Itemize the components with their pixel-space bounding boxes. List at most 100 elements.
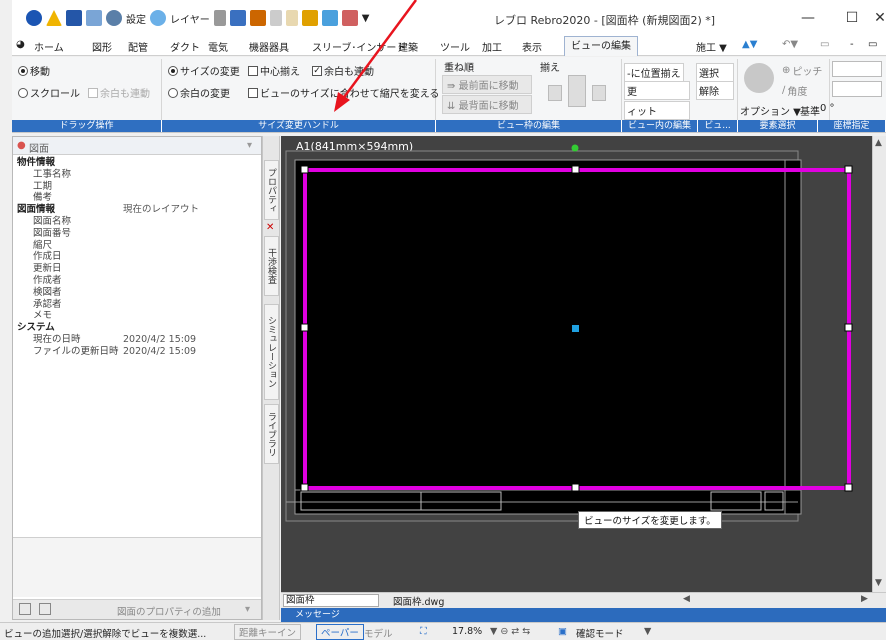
resize-handle[interactable] (571, 483, 580, 492)
pen-icon[interactable] (269, 10, 282, 26)
tab-simulation[interactable]: シミュレーション (264, 304, 279, 400)
expand-icon[interactable] (19, 603, 31, 615)
camera-icon[interactable] (229, 10, 246, 26)
property-row[interactable]: 作成日 (13, 251, 261, 263)
tab-interference[interactable]: 干渉検査 (264, 236, 279, 296)
ribbon-minimize-icon[interactable]: - (850, 39, 854, 50)
scroll-left-icon[interactable]: ◀ (683, 594, 690, 604)
align-center-icon[interactable] (568, 75, 586, 107)
property-section[interactable]: 物件情報 (13, 157, 261, 169)
property-row[interactable]: 図面名称 (13, 216, 261, 228)
angle-field[interactable] (832, 81, 882, 97)
property-row[interactable]: メモ (13, 310, 261, 322)
gear-icon[interactable] (106, 10, 122, 26)
options-dropdown[interactable]: オプション ▼ (740, 103, 801, 118)
layer-icon[interactable] (150, 10, 166, 26)
window-icon[interactable]: ▭ (820, 39, 829, 50)
center-align-checkbox[interactable]: 中心揃え (248, 63, 300, 78)
center-handle[interactable] (572, 325, 579, 332)
fit-icon[interactable]: ⛶ (420, 626, 427, 637)
mode-dropdown-icon[interactable]: ▼ (644, 626, 651, 637)
property-value[interactable]: 2020/4/2 15:09 (123, 346, 196, 358)
rotate-handle[interactable] (571, 144, 579, 152)
distance-keyin-button[interactable]: 距離キーイン (234, 624, 302, 640)
scroll-radio[interactable]: スクロール 余白も連動 (18, 85, 150, 100)
tab-piping[interactable]: 配管 (128, 39, 148, 54)
tab-process[interactable]: 加工 (482, 39, 502, 54)
tab-tools[interactable]: ツール (440, 39, 470, 54)
section-value[interactable]: 現在のレイアウト (123, 204, 199, 216)
close-button[interactable]: ✕ (872, 10, 886, 26)
tab-home[interactable]: ホーム (34, 39, 64, 54)
resize-handle[interactable] (844, 165, 853, 174)
scroll-down-icon[interactable]: ▼ (875, 578, 882, 588)
property-row[interactable]: 縮尺 (13, 240, 261, 252)
resize-handle[interactable] (844, 483, 853, 492)
confirm-mode-button[interactable]: 確認モード (576, 626, 624, 640)
align-left-icon[interactable] (548, 85, 562, 101)
position-align-button[interactable]: -に位置揃え (624, 63, 684, 82)
panel-dropdown[interactable]: 図面 (29, 140, 49, 155)
scroll-up-icon[interactable]: ▲ (875, 138, 882, 148)
model-mode-button[interactable]: モデル (364, 626, 393, 640)
resize-handle[interactable] (300, 323, 309, 332)
collapse-icon[interactable] (39, 603, 51, 615)
zoom-level[interactable]: 17.8% (452, 626, 482, 637)
size-change-radio[interactable]: サイズの変更 (168, 63, 240, 78)
property-row[interactable]: 作成者 (13, 275, 261, 287)
chevron-down-icon[interactable]: ▾ (247, 140, 252, 151)
dwg-tab[interactable]: 図面枠.dwg (393, 594, 444, 608)
resize-handle[interactable] (844, 323, 853, 332)
property-row[interactable]: 現在の日時 2020/4/2 15:09 (13, 334, 261, 346)
app-logo-icon[interactable] (26, 10, 42, 26)
tab-shape[interactable]: 図形 (92, 39, 112, 54)
brush2-icon[interactable] (285, 10, 298, 26)
message-bar[interactable]: メッセージ (281, 608, 886, 622)
tab-equipment[interactable]: 機器器具 (249, 39, 289, 54)
move-radio[interactable]: 移動 (18, 63, 50, 78)
mode-icon[interactable]: ▣ (558, 626, 567, 637)
chevron-down-icon[interactable]: ▾ (245, 604, 250, 615)
angle-tool-icon[interactable] (744, 63, 774, 93)
undo-icon[interactable]: ↶▼ (782, 39, 798, 50)
property-section[interactable]: 図面情報 現在のレイアウト (13, 204, 261, 216)
tab-electric[interactable]: 電気 (208, 39, 228, 54)
property-value[interactable]: 2020/4/2 15:09 (123, 334, 196, 346)
property-row[interactable]: 検図者 (13, 287, 261, 299)
change-button[interactable]: 更 (624, 81, 690, 100)
property-row[interactable]: 備考 (13, 192, 261, 204)
building-icon[interactable] (301, 10, 318, 26)
margin-change-radio[interactable]: 余白の変更 (168, 85, 230, 100)
ribbon-restore-icon[interactable]: ▭ (868, 39, 877, 50)
minimize-button[interactable]: — (800, 10, 816, 26)
app-menu-icon[interactable]: ◕ (16, 39, 25, 50)
tab-property[interactable]: プロパティ (264, 160, 279, 220)
bring-to-front-button[interactable]: ⇛ 最前面に移動 (442, 75, 532, 94)
property-row[interactable]: 図面番号 (13, 228, 261, 240)
send-to-back-button[interactable]: ⇊ 最背面に移動 (442, 95, 532, 114)
frame-icon[interactable] (213, 10, 226, 26)
route-icon[interactable]: ▲▼ (742, 39, 757, 50)
release-button[interactable]: 解除 (696, 81, 734, 100)
add-property-button[interactable]: 図面のプロパティの追加 (117, 604, 221, 618)
brush-icon[interactable] (86, 10, 102, 26)
resize-handle[interactable] (571, 165, 580, 174)
basis-value[interactable]: 0 ° (820, 103, 835, 114)
warning-icon[interactable] (46, 10, 62, 26)
tab-library[interactable]: ライブラリ (264, 404, 279, 464)
close-icon[interactable]: ✕ (266, 222, 274, 233)
fit-button[interactable]: ィット (624, 101, 690, 120)
paper-mode-button[interactable]: ペーパー (316, 624, 364, 640)
tool-icon[interactable] (249, 10, 266, 26)
scroll-right-icon[interactable]: ▶ (861, 594, 868, 604)
tab-view[interactable]: 表示 (522, 39, 542, 54)
resize-handle[interactable] (300, 165, 309, 174)
zoom-dropdown-icon[interactable]: ▼ ⊖ ⇄ ⇆ (490, 626, 530, 637)
tab-view-edit[interactable]: ビューの編集 (564, 36, 638, 56)
property-section[interactable]: システム (13, 322, 261, 334)
maximize-button[interactable]: ☐ (844, 10, 860, 26)
sheet-tab[interactable]: 図面枠 (283, 594, 379, 607)
vertical-scrollbar[interactable]: ▲ ▼ (872, 136, 886, 596)
property-row[interactable]: 工事名称 (13, 169, 261, 181)
property-row[interactable]: 承認者 (13, 299, 261, 311)
